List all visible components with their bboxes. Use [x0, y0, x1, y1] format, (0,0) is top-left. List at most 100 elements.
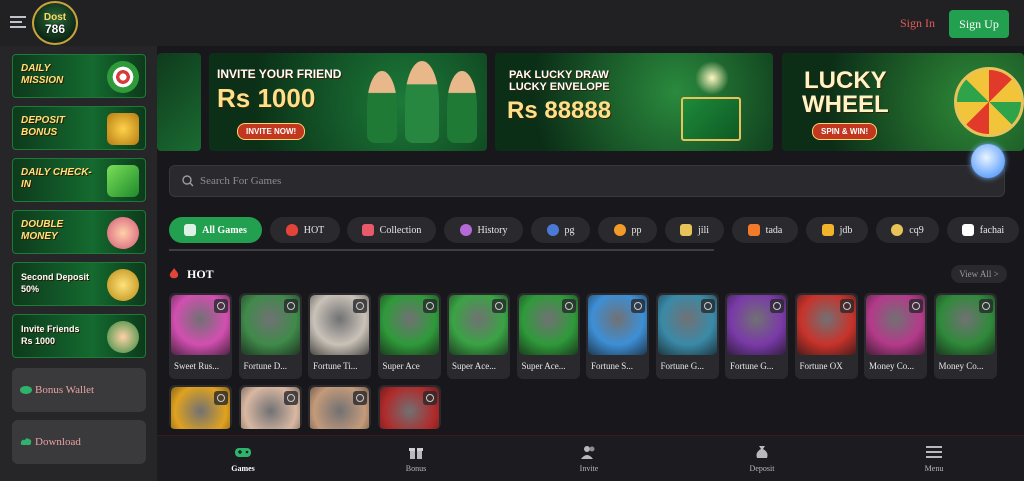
- menu-toggle-icon[interactable]: [10, 16, 26, 30]
- nav-label: Games: [231, 464, 255, 473]
- favorite-icon[interactable]: [909, 299, 923, 313]
- nav-invite[interactable]: Invite: [549, 444, 629, 480]
- favorite-icon[interactable]: [631, 299, 645, 313]
- tab-jili[interactable]: jili: [665, 217, 724, 243]
- spin-win-button[interactable]: SPIN & WIN!: [812, 123, 878, 140]
- logo[interactable]: Dost 786: [32, 1, 78, 45]
- banner-invite-friend[interactable]: INVITE YOUR FRIEND Rs 1000 INVITE NOW!: [209, 53, 487, 151]
- fachai-icon: [961, 224, 974, 236]
- promo-label: DEPOSIT BONUS: [21, 115, 65, 138]
- game-card[interactable]: Fortune G...: [725, 293, 788, 379]
- tab-label: History: [477, 224, 508, 236]
- character-figure: [367, 71, 397, 143]
- tab-fachai[interactable]: fachai: [947, 217, 1019, 243]
- download-button[interactable]: Download: [12, 420, 146, 464]
- favorite-icon[interactable]: [978, 299, 993, 313]
- game-card[interactable]: Sweet Rus...: [169, 293, 232, 379]
- search-bar[interactable]: [169, 165, 1005, 197]
- game-card[interactable]: Fortune OX: [794, 293, 858, 379]
- nav-games[interactable]: Games: [203, 444, 283, 480]
- search-input[interactable]: [200, 171, 900, 191]
- game-card[interactable]: [238, 385, 302, 429]
- sidebar-promo-daily-mission[interactable]: DAILY MISSION: [12, 54, 146, 98]
- invite-now-button[interactable]: INVITE NOW!: [237, 123, 306, 140]
- jili-icon: [679, 224, 692, 236]
- game-card[interactable]: Super Ace: [377, 293, 441, 379]
- tab-label: fachai: [979, 224, 1005, 236]
- sign-in-link[interactable]: Sign In: [900, 16, 935, 31]
- banner-lucky-draw[interactable]: PAK LUCKY DRAW LUCKY ENVELOPE Rs 88888: [495, 53, 773, 151]
- tab-all-games[interactable]: All Games: [169, 217, 262, 243]
- gamepad-icon: [235, 448, 251, 457]
- game-card[interactable]: Fortune G...: [655, 293, 719, 379]
- game-card[interactable]: [169, 385, 232, 429]
- sidebar-promo-double-money[interactable]: DOUBLE MONEY: [12, 210, 146, 254]
- nav-label: Deposit: [749, 464, 775, 473]
- tab-history[interactable]: History: [444, 217, 523, 243]
- fire-icon: [285, 224, 298, 236]
- game-card[interactable]: Fortune S...: [586, 293, 649, 379]
- tab-jdb[interactable]: jdb: [806, 217, 868, 243]
- bonus-wallet-button[interactable]: Bonus Wallet: [12, 368, 146, 412]
- game-card[interactable]: Money Co...: [864, 293, 927, 379]
- glow-icon: [695, 61, 729, 95]
- target-icon: [107, 61, 139, 93]
- game-card[interactable]: Fortune D...: [238, 293, 302, 379]
- tab-label: tada: [765, 224, 783, 236]
- gamepad-icon: [184, 224, 197, 236]
- favorite-icon[interactable]: [283, 391, 298, 405]
- game-name: Fortune Ti...: [313, 361, 358, 371]
- tab-tada[interactable]: tada: [732, 217, 798, 243]
- game-name: Sweet Rus...: [174, 361, 219, 371]
- favorite-icon[interactable]: [839, 299, 854, 313]
- nav-bonus[interactable]: Bonus: [376, 444, 456, 480]
- banner-amount: Rs 1000: [217, 83, 316, 113]
- banner-lucky-wheel[interactable]: LUCKY WHEEL SPIN & WIN!: [782, 53, 1024, 151]
- favorite-icon[interactable]: [422, 391, 437, 405]
- nav-menu[interactable]: Menu: [894, 444, 974, 480]
- tab-label: cq9: [909, 224, 924, 236]
- favorite-icon[interactable]: [283, 299, 298, 313]
- game-card[interactable]: Super Ace...: [447, 293, 510, 379]
- nav-deposit[interactable]: Deposit: [722, 444, 802, 480]
- tabs-scrollbar[interactable]: [169, 249, 714, 251]
- nav-label: Bonus: [405, 464, 427, 473]
- banner-subtitle: LUCKY ENVELOPE: [509, 81, 610, 93]
- game-card[interactable]: [308, 385, 371, 429]
- banner-title-2: WHEEL: [802, 91, 889, 118]
- favorite-icon[interactable]: [770, 299, 784, 313]
- tab-pp[interactable]: pp: [598, 217, 657, 243]
- favorite-icon[interactable]: [353, 391, 367, 405]
- tab-hot[interactable]: HOT: [270, 217, 340, 243]
- banner-partial[interactable]: [157, 53, 201, 151]
- game-card[interactable]: Fortune Ti...: [308, 293, 371, 379]
- sign-up-button[interactable]: Sign Up: [949, 10, 1009, 38]
- sidebar-promo-invite-friends[interactable]: Invite Friends Rs 1000: [12, 314, 146, 358]
- wallet-icon: [20, 384, 32, 396]
- tab-label: pp: [631, 224, 642, 236]
- favorite-icon[interactable]: [492, 299, 506, 313]
- favorite-icon[interactable]: [422, 299, 437, 313]
- game-name: Fortune G...: [660, 361, 705, 371]
- gift-icon: [409, 448, 423, 459]
- tab-collection[interactable]: Collection: [347, 217, 436, 243]
- favorite-icon[interactable]: [700, 299, 715, 313]
- game-card[interactable]: Super Ace...: [516, 293, 580, 379]
- view-all-button[interactable]: View All >: [951, 265, 1007, 283]
- fire-icon: [169, 268, 179, 279]
- game-card[interactable]: [377, 385, 441, 429]
- assistant-bot-icon[interactable]: [971, 144, 1005, 178]
- promo-label: DOUBLE MONEY: [21, 219, 64, 242]
- jdb-icon: [821, 224, 834, 236]
- tab-pg[interactable]: pg: [531, 217, 590, 243]
- favorite-icon[interactable]: [561, 299, 576, 313]
- sidebar-promo-deposit-bonus[interactable]: DEPOSIT BONUS: [12, 106, 146, 150]
- game-card[interactable]: Money Co...: [933, 293, 997, 379]
- tab-cq9[interactable]: cq9: [876, 217, 939, 243]
- favorite-icon[interactable]: [214, 391, 228, 405]
- favorite-icon[interactable]: [353, 299, 367, 313]
- favorite-icon[interactable]: [214, 299, 228, 313]
- wheel-icon: [954, 67, 1024, 137]
- sidebar-promo-daily-checkin[interactable]: DAILY CHECK-IN: [12, 158, 146, 202]
- sidebar-promo-second-deposit[interactable]: Second Deposit 50%: [12, 262, 146, 306]
